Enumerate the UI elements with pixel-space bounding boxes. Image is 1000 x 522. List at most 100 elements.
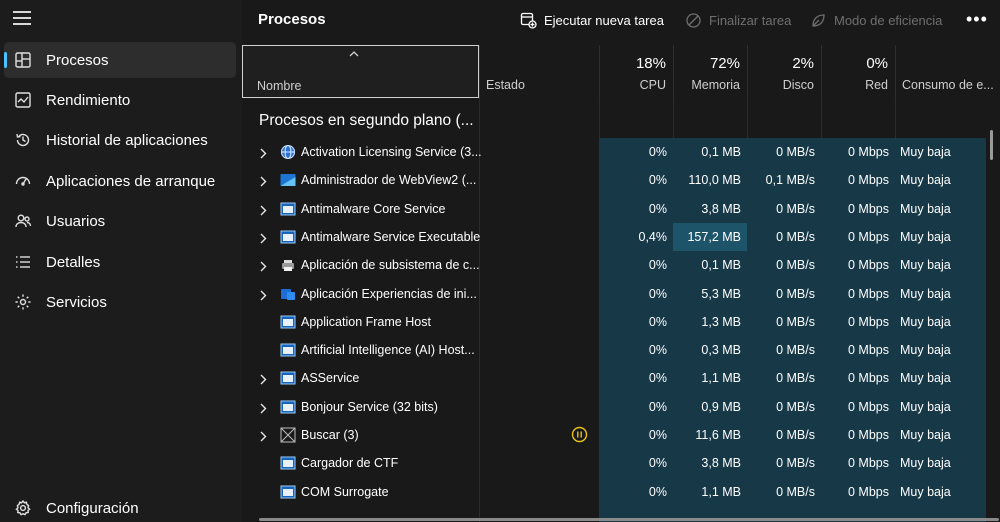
chevron-right-icon[interactable] (259, 203, 267, 216)
power-value: Muy baja (900, 371, 951, 385)
efficiency-mode-button[interactable]: Modo de eficiencia (810, 8, 942, 32)
process-row[interactable]: COM Surrogate 0% 1,1 MB 0 MB/s 0 Mbps Muy baj… (242, 478, 1000, 506)
process-name: COM Surrogate (301, 485, 389, 499)
disk-value: 0 MB/s (776, 202, 815, 216)
sidebar-item-label: Servicios (46, 293, 107, 311)
window-icon (280, 229, 296, 245)
window-icon (280, 201, 296, 217)
process-row[interactable]: Bonjour Service (32 bits) 0% 0,9 MB 0 MB/s 0… (242, 393, 1000, 421)
experience-icon (280, 286, 296, 302)
memory-value: 0,1 MB (701, 145, 741, 159)
disk-value: 0 MB/s (776, 456, 815, 470)
power-value: Muy baja (900, 343, 951, 357)
search-app-icon (280, 427, 296, 443)
column-header-disk[interactable]: 2% Disco (747, 45, 821, 98)
cpu-value: 0% (648, 287, 667, 301)
run-new-task-button[interactable]: Ejecutar nueva tarea (520, 8, 664, 32)
cpu-value: 0% (648, 428, 667, 442)
cpu-value: 0% (648, 371, 667, 385)
chevron-right-icon[interactable] (259, 231, 267, 244)
sidebar: Procesos Rendimiento Historial de aplica… (0, 0, 242, 522)
disk-value: 0 MB/s (776, 230, 815, 244)
network-value: 0 Mbps (848, 485, 889, 499)
cpu-total: 18% (635, 55, 666, 72)
column-header-label: Memoria (691, 78, 740, 92)
memory-value: 157,2 MB (687, 230, 741, 244)
process-row[interactable]: Application Frame Host 0% 1,3 MB 0 MB/s 0 Mb… (242, 308, 1000, 336)
process-row[interactable]: Cargador de CTF 0% 3,8 MB 0 MB/s 0 Mbps Muy b… (242, 449, 1000, 477)
disk-value: 0 MB/s (776, 145, 815, 159)
chevron-right-icon[interactable] (259, 429, 267, 442)
sidebar-item-rendimiento[interactable]: Rendimiento (4, 82, 236, 118)
process-name: Cargador de CTF (301, 456, 399, 470)
process-name: Artificial Intelligence (AI) Host... (301, 343, 475, 357)
cpu-value: 0% (648, 173, 667, 187)
sidebar-item-usuarios[interactable]: Usuarios (4, 203, 236, 239)
process-row[interactable]: Aplicación Experiencias de ini... 0% 5,3 M… (242, 280, 1000, 308)
memory-value: 1,1 MB (701, 371, 741, 385)
sidebar-item-arranque[interactable]: Aplicaciones de arranque (4, 163, 236, 199)
window-icon (280, 399, 296, 415)
memory-value: 1,3 MB (701, 315, 741, 329)
process-row[interactable]: Administrador de WebView2 (... 0% 110,0 MB… (242, 166, 1000, 194)
column-header-label: Disco (782, 78, 814, 92)
cpu-value: 0,4% (638, 230, 668, 244)
column-header-status[interactable]: Estado (479, 45, 599, 98)
sidebar-item-configuracion[interactable]: Configuración (4, 490, 236, 522)
sidebar-item-historial[interactable]: Historial de aplicaciones (4, 122, 236, 158)
process-row[interactable]: Antimalware Core Service 0% 3,8 MB 0 MB/s 0 … (242, 195, 1000, 223)
process-row[interactable]: Artificial Intelligence (AI) Host... 0% 0,… (242, 336, 1000, 364)
network-value: 0 Mbps (848, 145, 889, 159)
process-row[interactable]: Buscar (3) 0% 11,6 MB 0 MB/s 0 Mbps Muy baja (242, 421, 1000, 449)
chevron-right-icon[interactable] (259, 372, 267, 385)
app-history-icon (16, 133, 30, 147)
process-name: Activation Licensing Service (3... (301, 145, 482, 159)
column-header-label: Consumo de e... (902, 78, 994, 92)
suspended-pause-icon (571, 426, 588, 443)
power-value: Muy baja (900, 287, 951, 301)
horizontal-scrollbar[interactable] (259, 518, 999, 521)
disk-value: 0 MB/s (776, 287, 815, 301)
process-row[interactable]: Aplicación de subsistema de c... 0% 0,1 MB… (242, 251, 1000, 279)
process-name: Antimalware Core Service (301, 202, 446, 216)
process-row[interactable]: Activation Licensing Service (3... 0% 0,1 … (242, 138, 1000, 166)
chevron-right-icon[interactable] (259, 146, 267, 159)
process-row[interactable]: Antimalware Service Executable 0,4% 157,2 … (242, 223, 1000, 251)
cpu-value: 0% (648, 145, 667, 159)
chevron-right-icon[interactable] (259, 401, 267, 414)
disk-value: 0 MB/s (776, 315, 815, 329)
sidebar-item-procesos[interactable]: Procesos (4, 42, 236, 78)
chevron-right-icon[interactable] (259, 259, 267, 272)
power-value: Muy baja (900, 173, 951, 187)
section-title: Procesos en segundo plano (... (259, 112, 474, 129)
sidebar-item-detalles[interactable]: Detalles (4, 244, 236, 280)
run-task-icon (520, 12, 537, 29)
sidebar-item-servicios[interactable]: Servicios (4, 284, 236, 320)
column-header-cpu[interactable]: 18% CPU (599, 45, 673, 98)
startup-apps-icon (15, 176, 31, 186)
process-row[interactable]: ASService 0% 1,1 MB 0 MB/s 0 Mbps Muy baja (242, 364, 1000, 392)
sidebar-item-label: Historial de aplicaciones (46, 131, 208, 149)
window-icon (280, 314, 296, 330)
more-options-button[interactable]: ••• (966, 9, 988, 30)
end-task-button[interactable]: Finalizar tarea (685, 8, 791, 32)
hamburger-menu-icon[interactable] (13, 11, 31, 25)
memory-value: 0,3 MB (701, 343, 741, 357)
column-header-network[interactable]: 0% Red (821, 45, 895, 98)
cpu-value: 0% (648, 343, 667, 357)
network-value: 0 Mbps (848, 456, 889, 470)
column-header-memory[interactable]: 72% Memoria (673, 45, 747, 98)
vertical-scrollbar[interactable] (990, 130, 993, 160)
network-value: 0 Mbps (848, 343, 889, 357)
column-header-name[interactable]: Nombre (242, 45, 479, 98)
chevron-right-icon[interactable] (259, 288, 267, 301)
window-icon (280, 455, 296, 471)
process-name: Application Frame Host (301, 315, 431, 329)
network-value: 0 Mbps (848, 428, 889, 442)
chevron-right-icon[interactable] (259, 174, 267, 187)
cpu-value: 0% (648, 400, 667, 414)
cpu-value: 0% (648, 485, 667, 499)
column-header-power[interactable]: Consumo de e... (895, 45, 1000, 98)
sidebar-item-label: Aplicaciones de arranque (46, 172, 216, 190)
column-header-label: Estado (486, 78, 525, 92)
